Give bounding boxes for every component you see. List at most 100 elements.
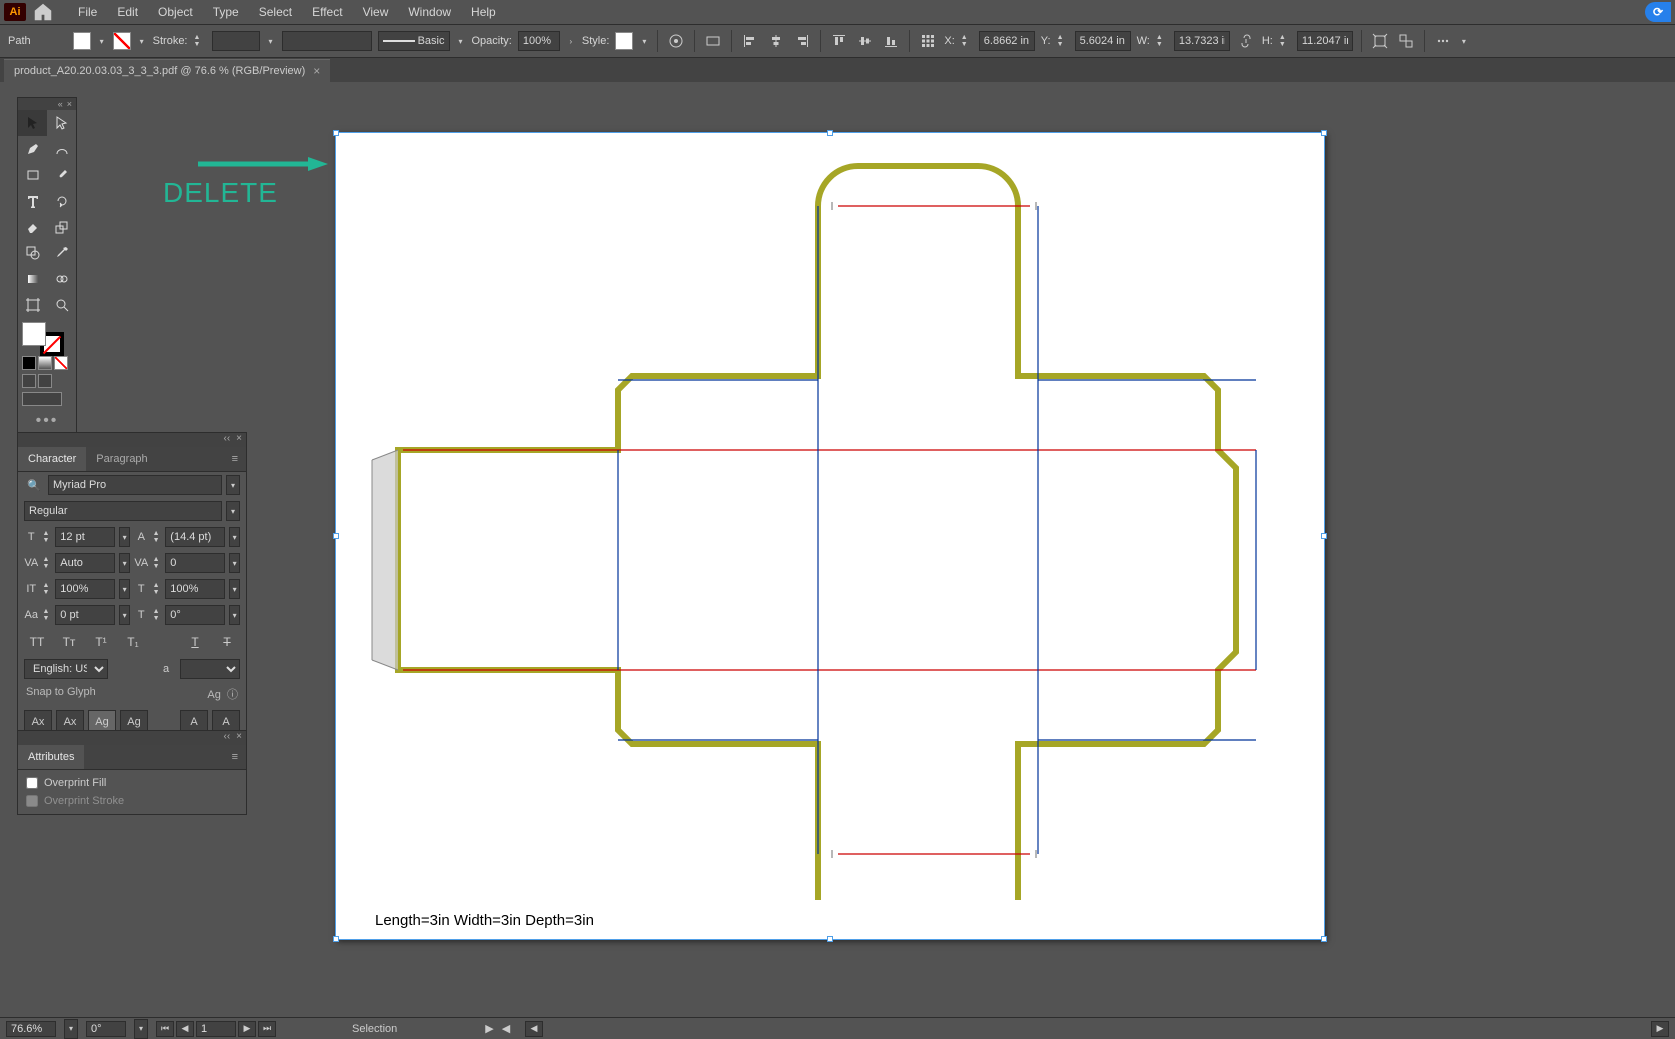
align-bottom-icon[interactable] <box>881 31 901 51</box>
leading-input[interactable] <box>165 527 225 547</box>
dieline-artwork[interactable] <box>358 160 1278 900</box>
h-spinner[interactable]: ▲▼ <box>1279 31 1291 51</box>
y-spinner[interactable]: ▲▼ <box>1057 31 1069 51</box>
edit-contents-icon[interactable] <box>1396 31 1416 51</box>
menu-select[interactable]: Select <box>249 1 302 23</box>
align-left-icon[interactable] <box>740 31 760 51</box>
home-icon[interactable] <box>32 1 54 23</box>
hscroll-left-button[interactable]: ◀ <box>525 1021 543 1037</box>
first-artboard-button[interactable]: ⏮ <box>156 1021 174 1037</box>
status-nav-icon[interactable]: ▶ <box>485 1022 493 1035</box>
tab-attributes[interactable]: Attributes <box>18 745 84 769</box>
gradient-tool[interactable] <box>18 266 47 292</box>
screen-mode-icon[interactable] <box>22 392 62 406</box>
last-artboard-button[interactable]: ⏭ <box>258 1021 276 1037</box>
fill-swatch[interactable] <box>73 32 91 50</box>
stroke-weight-spinner[interactable]: ▲▼ <box>194 31 206 51</box>
eyedropper-tool[interactable] <box>47 240 76 266</box>
collapse-icon[interactable]: ‹‹ <box>223 731 230 745</box>
underline-button[interactable]: T <box>184 632 206 652</box>
y-input[interactable] <box>1075 31 1131 51</box>
hscroll-right-button[interactable]: ▶ <box>1651 1021 1669 1037</box>
rotate-view-dropdown[interactable]: ▾ <box>134 1019 148 1039</box>
align-vcenter-icon[interactable] <box>855 31 875 51</box>
x-input[interactable] <box>979 31 1035 51</box>
curvature-tool[interactable] <box>47 136 76 162</box>
x-spinner[interactable]: ▲▼ <box>961 31 973 51</box>
draw-behind-icon[interactable] <box>38 374 52 388</box>
tab-paragraph[interactable]: Paragraph <box>86 447 157 471</box>
char-rotate-input[interactable] <box>165 605 225 625</box>
stroke-swatch[interactable] <box>113 32 131 50</box>
style-dropdown[interactable]: ▾ <box>226 501 240 521</box>
align-to-icon[interactable] <box>703 31 723 51</box>
language-select[interactable]: English: USA <box>24 659 108 679</box>
brush-definition[interactable] <box>282 31 372 51</box>
menu-window[interactable]: Window <box>398 1 461 23</box>
shape-builder-tool[interactable] <box>18 240 47 266</box>
stroke-dropdown[interactable]: ▾ <box>137 32 147 50</box>
zoom-tool[interactable] <box>47 292 76 318</box>
menu-object[interactable]: Object <box>148 1 203 23</box>
h-input[interactable] <box>1297 31 1353 51</box>
edit-toolbar-icon[interactable]: ••• <box>18 408 76 434</box>
stroke-profile[interactable]: Basic <box>378 31 450 51</box>
type-tool[interactable] <box>18 188 47 214</box>
menu-file[interactable]: File <box>68 1 107 23</box>
paintbrush-tool[interactable] <box>47 162 76 188</box>
menu-edit[interactable]: Edit <box>107 1 148 23</box>
strikethrough-button[interactable]: T <box>216 632 238 652</box>
fill-stroke-control[interactable] <box>18 318 76 354</box>
stroke-weight-input[interactable] <box>212 31 260 51</box>
document-tab[interactable]: product_A20.20.03.03_3_3_3.pdf @ 76.6 % … <box>4 59 330 82</box>
kerning-input[interactable] <box>55 553 115 573</box>
collapse-icon[interactable]: ‹‹ <box>223 433 230 447</box>
link-wh-icon[interactable] <box>1236 31 1256 51</box>
superscript-button[interactable]: T¹ <box>90 632 112 652</box>
antialias-select[interactable] <box>180 659 240 679</box>
scale-tool[interactable] <box>47 214 76 240</box>
cloud-sync-icon[interactable]: ⟳ <box>1645 2 1671 22</box>
overprint-fill-checkbox[interactable]: Overprint Fill <box>26 774 238 792</box>
blend-tool[interactable] <box>47 266 76 292</box>
pen-tool[interactable] <box>18 136 47 162</box>
collapse-icon[interactable]: « <box>58 99 63 109</box>
hscale-input[interactable] <box>165 579 225 599</box>
menu-effect[interactable]: Effect <box>302 1 352 23</box>
rotate-view-input[interactable] <box>86 1021 126 1037</box>
color-mode-icon[interactable] <box>22 356 36 370</box>
direct-selection-tool[interactable] <box>47 110 76 136</box>
fill-color-icon[interactable] <box>22 322 46 346</box>
none-mode-icon[interactable] <box>54 356 68 370</box>
panel-menu-icon[interactable]: ≡ <box>224 745 246 769</box>
align-top-icon[interactable] <box>829 31 849 51</box>
opacity-input[interactable] <box>518 31 560 51</box>
status-nav-back-icon[interactable]: ◀ <box>502 1022 510 1035</box>
opacity-dropdown[interactable]: › <box>566 32 576 50</box>
smallcaps-button[interactable]: Tᴛ <box>58 632 80 652</box>
gradient-mode-icon[interactable] <box>38 356 52 370</box>
snap-info-icon[interactable]: ⓘ <box>227 689 238 701</box>
menu-view[interactable]: View <box>353 1 399 23</box>
transform-ref-icon[interactable] <box>918 31 938 51</box>
tracking-input[interactable] <box>165 553 225 573</box>
rotate-tool[interactable] <box>47 188 76 214</box>
align-hcenter-icon[interactable] <box>766 31 786 51</box>
subscript-button[interactable]: T₁ <box>122 632 144 652</box>
rectangle-tool[interactable] <box>18 162 47 188</box>
menu-help[interactable]: Help <box>461 1 506 23</box>
font-style-input[interactable] <box>24 501 222 521</box>
snap-glyph-icon[interactable]: Ag <box>207 689 220 701</box>
stroke-weight-dropdown[interactable]: ▾ <box>266 32 276 50</box>
fill-dropdown[interactable]: ▾ <box>97 32 107 50</box>
baseline-input[interactable] <box>55 605 115 625</box>
font-dropdown[interactable]: ▾ <box>226 475 240 495</box>
draw-normal-icon[interactable] <box>22 374 36 388</box>
zoom-input[interactable] <box>6 1021 56 1037</box>
w-spinner[interactable]: ▲▼ <box>1156 31 1168 51</box>
stroke-profile-dropdown[interactable]: ▾ <box>456 32 466 50</box>
artboard-tool[interactable] <box>18 292 47 318</box>
align-right-icon[interactable] <box>792 31 812 51</box>
zoom-dropdown[interactable]: ▾ <box>64 1019 78 1039</box>
close-icon[interactable]: × <box>236 433 242 447</box>
